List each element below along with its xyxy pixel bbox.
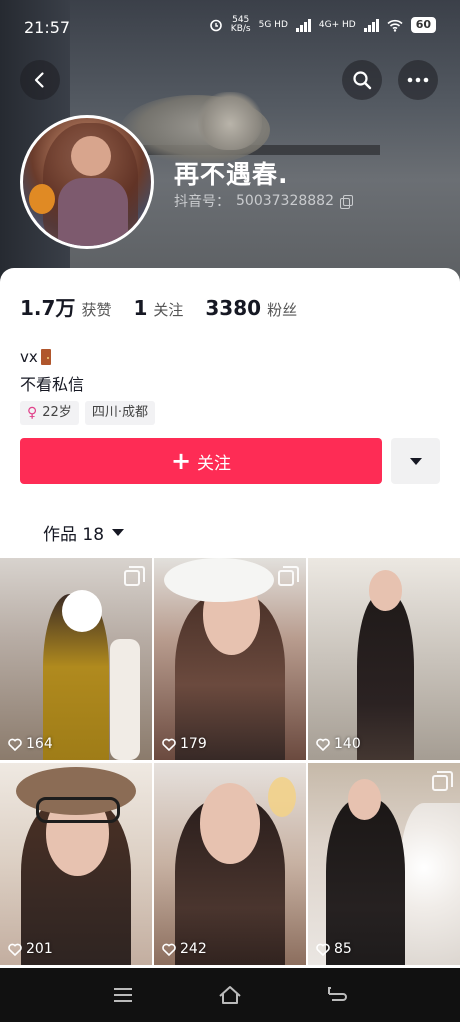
door-icon <box>40 349 51 365</box>
post-likes-count: 140 <box>334 736 361 752</box>
copy-icon[interactable] <box>339 195 353 209</box>
heart-icon <box>8 738 22 751</box>
post-likes: 140 <box>316 736 361 752</box>
heart-icon <box>8 943 22 956</box>
menu-icon <box>114 988 133 1002</box>
location-tag: 四川·成都 <box>84 401 155 425</box>
bio-line-1: vx <box>20 348 51 366</box>
post-likes: 85 <box>316 941 352 957</box>
battery-icon: 60 <box>410 17 436 33</box>
post-tile[interactable]: 164 <box>0 558 152 760</box>
post-likes-count: 242 <box>180 941 207 957</box>
douyin-id-value: 50037328882 <box>236 193 334 209</box>
stat-followers[interactable]: 3380 粉丝 <box>205 296 297 320</box>
stat-value: 1 <box>133 296 148 320</box>
multi-image-icon <box>278 566 299 586</box>
net-speed-unit: KB/s <box>230 24 251 34</box>
post-likes: 201 <box>8 941 53 957</box>
more-button[interactable] <box>398 60 438 100</box>
nav-menu-button[interactable] <box>103 975 143 1015</box>
caret-down-icon <box>112 529 125 536</box>
bio-line-2: 不看私信 <box>20 375 85 394</box>
wifi-icon <box>387 19 403 32</box>
post-tile[interactable]: 179 <box>154 558 306 760</box>
profile-stats: 1.7万 获赞 1 关注 3380 粉丝 <box>20 292 319 321</box>
stat-label: 粉丝 <box>267 301 298 319</box>
douyin-id-label: 抖音号： <box>174 194 230 210</box>
profile-nickname: 再不遇春. <box>174 160 289 189</box>
post-likes-count: 201 <box>26 941 53 957</box>
profile-card: 1.7万 获赞 1 关注 3380 粉丝 vx 不看私信 ♀ 22岁 四川·成都… <box>0 268 460 968</box>
chevron-left-icon <box>34 72 44 88</box>
post-tile[interactable]: 242 <box>154 763 306 965</box>
back-button[interactable] <box>20 60 60 100</box>
post-tile[interactable]: 201 <box>0 763 152 965</box>
profile-tags: ♀ 22岁 四川·成都 <box>20 401 155 425</box>
heart-icon <box>316 738 330 751</box>
follow-label: 关注 <box>197 453 232 474</box>
net-speed: 545 KB/s <box>231 16 251 34</box>
multi-image-icon <box>124 566 145 586</box>
search-icon <box>353 71 372 90</box>
status-icons: 545 KB/s 5G HD 4G+ HD 60 <box>209 16 436 34</box>
post-likes: 164 <box>8 736 53 752</box>
douyin-id[interactable]: 抖音号： 50037328882 <box>174 191 353 211</box>
status-bar: 21:57 545 KB/s 5G HD 4G+ HD 60 <box>0 0 460 56</box>
post-likes-count: 85 <box>334 941 352 957</box>
stat-label: 获赞 <box>81 301 112 319</box>
post-likes: 242 <box>162 941 207 957</box>
signal-icon-2 <box>363 18 379 32</box>
multi-image-icon <box>432 771 453 791</box>
status-time: 21:57 <box>24 18 71 37</box>
plus-icon: + <box>170 447 192 475</box>
posts-grid: 164 179 140 201 242 85 <box>0 558 460 965</box>
caret-down-icon <box>409 457 422 465</box>
home-icon <box>219 986 241 1004</box>
signal-icon <box>295 18 311 32</box>
alarm-icon <box>209 19 222 32</box>
heart-icon <box>162 943 176 956</box>
post-likes-count: 164 <box>26 736 53 752</box>
age-value: 22岁 <box>42 405 72 420</box>
bio-text: vx <box>20 348 38 366</box>
post-tile[interactable]: 85 <box>308 763 460 965</box>
heart-icon <box>162 738 176 751</box>
nav-back-button[interactable] <box>317 975 357 1015</box>
post-likes-count: 179 <box>180 736 207 752</box>
follow-button[interactable]: + 关注 <box>20 438 382 484</box>
avatar[interactable] <box>20 115 154 249</box>
search-button[interactable] <box>342 60 382 100</box>
stat-following[interactable]: 1 关注 <box>133 296 183 320</box>
back-arrow-icon <box>327 987 347 1001</box>
recommend-dropdown-button[interactable] <box>391 438 440 484</box>
post-likes: 179 <box>162 736 207 752</box>
stat-label: 关注 <box>153 301 184 319</box>
works-tab-label: 作品 18 <box>43 525 105 545</box>
nav-home-button[interactable] <box>210 975 250 1015</box>
stat-likes[interactable]: 1.7万 获赞 <box>20 292 111 321</box>
stat-value: 3380 <box>205 296 262 320</box>
sim1-label: 5G HD <box>258 20 288 30</box>
system-nav-bar <box>0 968 460 1022</box>
post-tile[interactable]: 140 <box>308 558 460 760</box>
more-dots-icon <box>407 77 429 83</box>
sim2-label: 4G+ HD <box>318 20 356 30</box>
stat-value: 1.7万 <box>20 296 76 320</box>
heart-icon <box>316 943 330 956</box>
female-icon: ♀ <box>27 405 38 421</box>
tab-works[interactable]: 作品 18 <box>43 520 125 545</box>
age-tag: ♀ 22岁 <box>20 401 79 425</box>
